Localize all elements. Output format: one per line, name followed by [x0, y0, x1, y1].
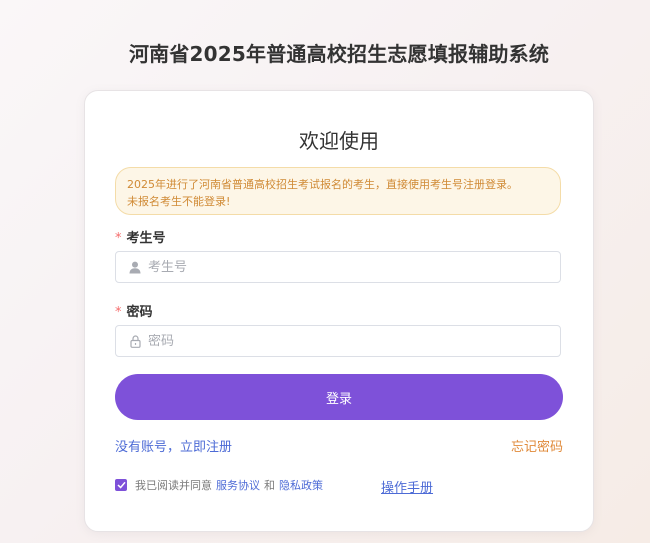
password-field[interactable]	[115, 325, 561, 357]
lock-icon	[129, 334, 141, 348]
password-label-text: 密码	[126, 305, 153, 320]
exam-number-input[interactable]	[148, 259, 528, 275]
agreement-row: 我已阅读并同意 服务协议 和 隐私政策	[115, 477, 327, 493]
notice-banner: 2025年进行了河南省普通高校招生考试报名的考生，直接使用考生号注册登录。 未报…	[115, 167, 561, 215]
exam-number-field[interactable]	[115, 251, 561, 283]
exam-number-label: * 考生号	[115, 227, 166, 246]
privacy-policy-link[interactable]: 隐私政策	[279, 477, 323, 493]
app-title: 河南省2025年普通高校招生志愿填报辅助系统	[128, 42, 550, 66]
required-asterisk: *	[115, 231, 122, 246]
service-agreement-link[interactable]: 服务协议	[216, 477, 260, 493]
password-input[interactable]	[148, 333, 528, 349]
login-button[interactable]: 登录	[115, 374, 563, 420]
password-label: * 密码	[115, 301, 153, 320]
agreement-checkbox[interactable]	[115, 479, 127, 491]
user-icon	[129, 260, 141, 274]
notice-text-line-2: 未报名考生不能登录!	[127, 195, 231, 208]
exam-number-label-text: 考生号	[126, 231, 166, 246]
forgot-password-link[interactable]: 忘记密码	[511, 436, 563, 455]
agreement-and: 和	[264, 479, 275, 492]
register-link[interactable]: 没有账号，立即注册	[115, 436, 232, 455]
welcome-heading: 欢迎使用	[299, 129, 379, 153]
notice-text-line-1: 2025年进行了河南省普通高校招生考试报名的考生，直接使用考生号注册登录。	[127, 178, 518, 191]
login-card: 欢迎使用 2025年进行了河南省普通高校招生考试报名的考生，直接使用考生号注册登…	[84, 90, 594, 532]
agreement-prefix: 我已阅读并同意	[135, 479, 212, 492]
check-icon	[116, 481, 126, 489]
required-asterisk: *	[115, 305, 122, 320]
user-manual-link[interactable]: 操作手册	[381, 477, 433, 496]
